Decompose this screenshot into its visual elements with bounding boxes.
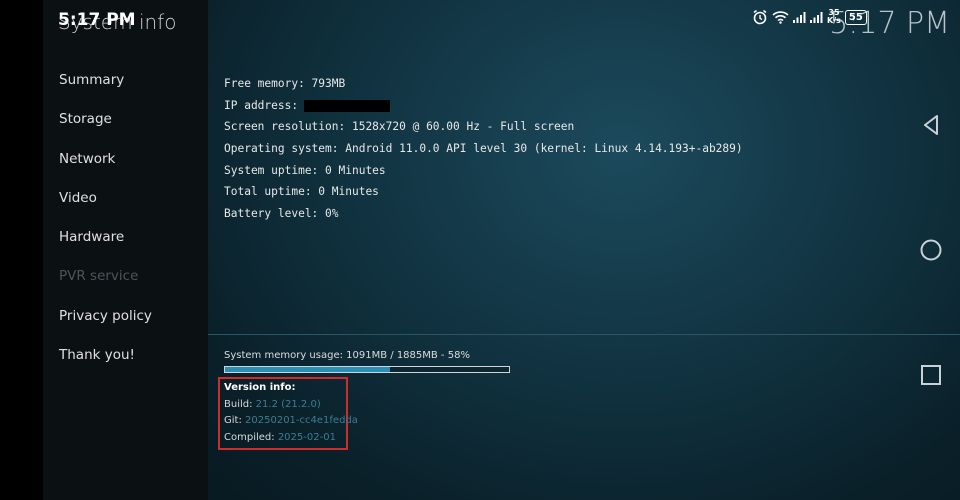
network-speed-unit: K/s [827,16,841,25]
compiled-label: Compiled: [224,431,275,443]
version-info: Version info: Build: 21.2 (21.2.0) Git: … [224,380,358,446]
recents-button[interactable] [918,362,944,388]
total-uptime: Total uptime: 0 Minutes [224,185,379,199]
alarm-icon [752,9,768,25]
sidebar-menu: Summary Storage Network Video Hardware P… [59,70,152,384]
compiled-value: 2025-02-01 [277,431,336,443]
system-uptime: System uptime: 0 Minutes [224,163,386,177]
status-icons: 35 K/s 55 [752,9,867,25]
version-info-heading: Version info: [224,382,296,393]
operating-system: Operating system: Android 11.0.0 API lev… [224,142,743,156]
sidebar-item-hardware[interactable]: Hardware [59,227,152,266]
signal-icon-2 [810,11,823,23]
sidebar-item-privacy-policy[interactable]: Privacy policy [59,306,152,345]
back-button[interactable] [918,112,944,138]
divider [208,334,960,335]
sidebar-item-network[interactable]: Network [59,149,152,188]
ip-address-label: IP address: [224,98,299,112]
memory-usage-text: System memory usage: 1091MB / 1885MB - 5… [224,350,470,361]
sidebar-item-storage[interactable]: Storage [59,109,152,148]
ip-address-redacted [304,99,391,112]
screen-resolution: Screen resolution: 1528x720 @ 60.00 Hz -… [224,120,575,134]
build-row: Build: 21.2 (21.2.0) [224,397,358,414]
back-icon [924,115,938,135]
wifi-icon [772,10,789,24]
signal-icon [793,11,806,23]
battery-level: Battery level: 0% [224,207,339,221]
git-row: Git: 20250201-cc4e1fedda [224,413,358,430]
ip-address-row: IP address: [224,98,743,120]
status-bar-time: 5:17 PM [58,10,136,30]
battery-icon: 55 [844,9,867,25]
free-memory: Free memory: 793MB [224,77,346,90]
git-value: 20250201-cc4e1fedda [245,415,358,426]
left-edge [0,0,43,500]
home-icon [920,239,942,261]
sidebar-item-thank-you[interactable]: Thank you! [59,345,152,384]
home-button[interactable] [918,237,944,263]
sidebar-item-pvr-service: PVR service [59,268,139,285]
build-label: Build: [224,398,253,410]
network-speed: 35 K/s [827,9,841,25]
memory-usage-bar-fill [225,367,390,372]
build-value: 21.2 (21.2.0) [255,398,321,410]
sidebar-item-video[interactable]: Video [59,188,152,227]
recents-icon [921,365,941,385]
system-info-list: Free memory: 793MB IP address: Screen re… [224,76,743,228]
git-label: Git: [224,415,242,426]
memory-usage-bar [224,366,510,373]
compiled-row: Compiled: 2025-02-01 [224,430,358,447]
sidebar-item-summary[interactable]: Summary [59,70,152,109]
